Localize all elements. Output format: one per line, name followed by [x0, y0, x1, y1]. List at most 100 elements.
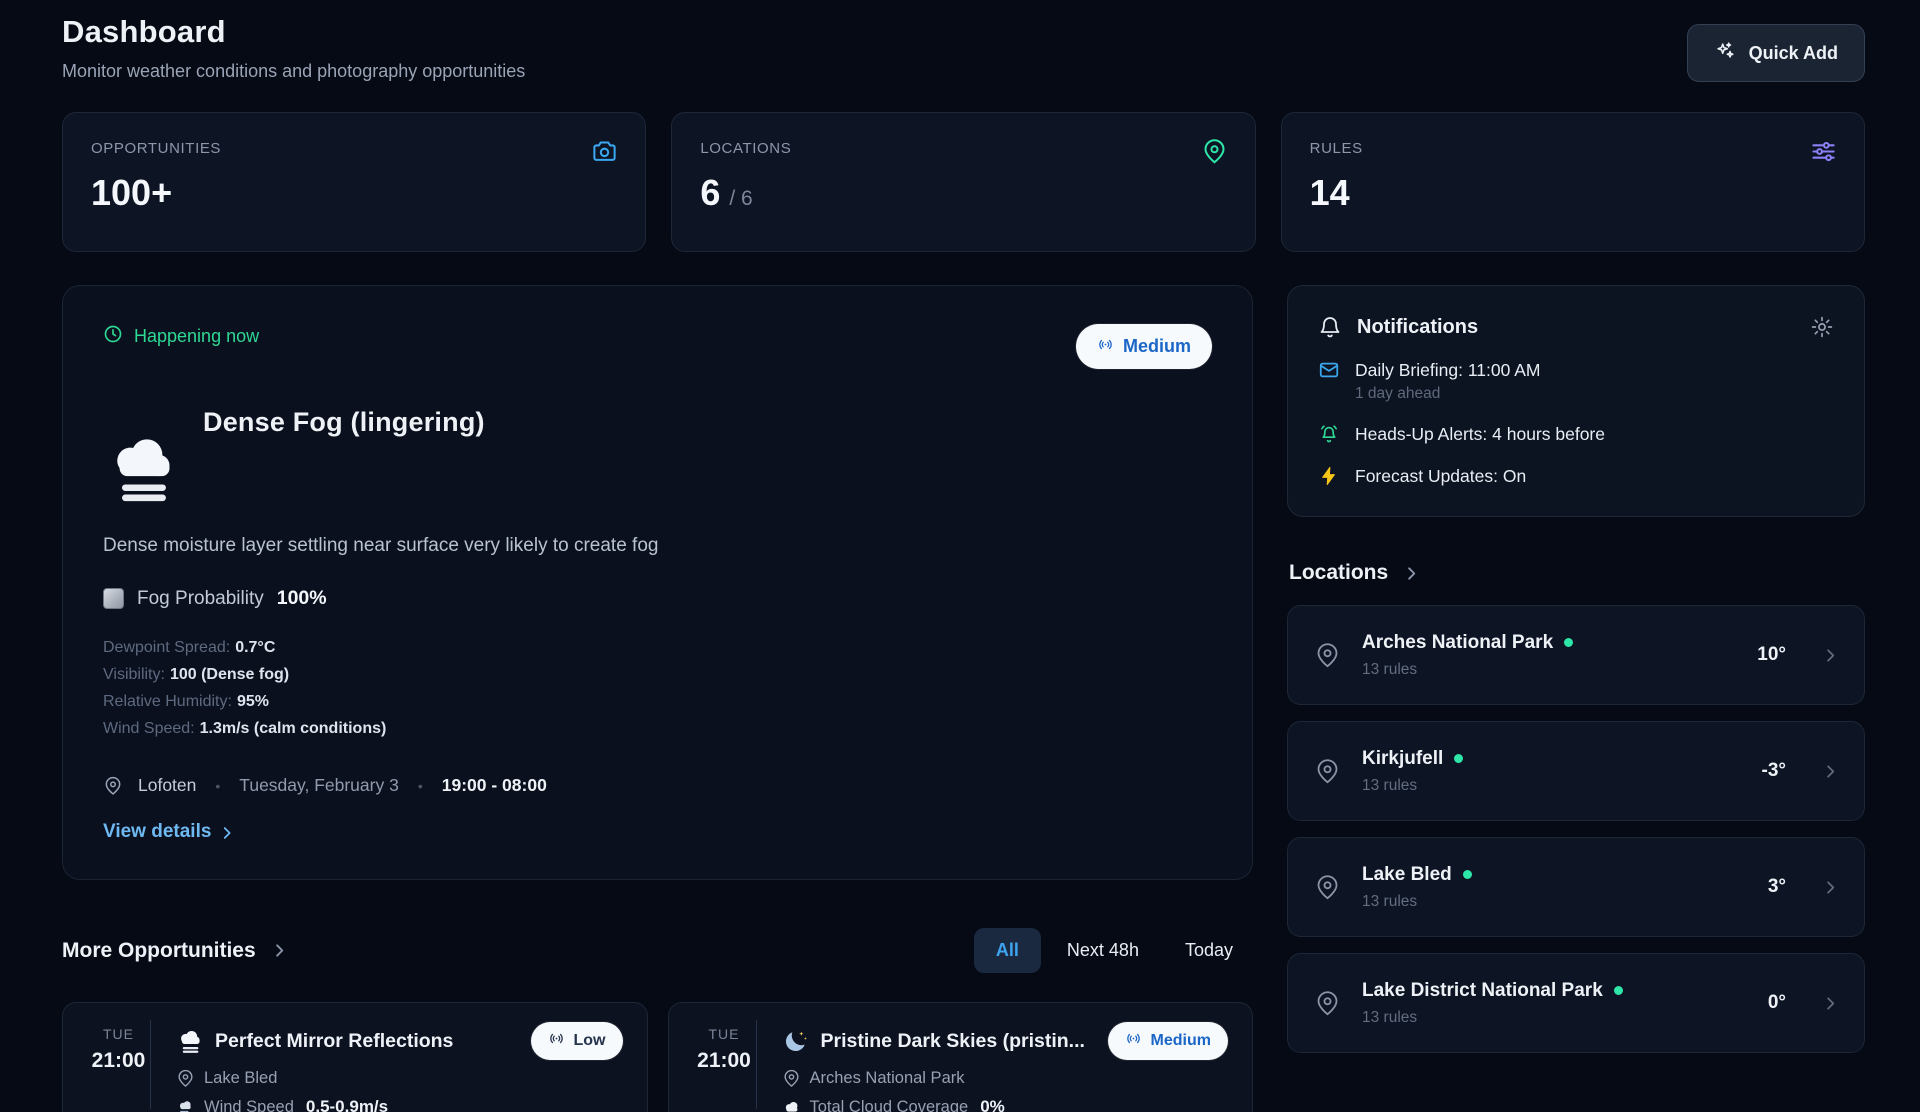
- condition-details: Dewpoint Spread: 0.7°C Visibility: 100 (De…: [103, 634, 1212, 742]
- opportunity-metric: Total Cloud Coverage 0%: [782, 1097, 1229, 1112]
- locations-title: Locations: [1289, 561, 1389, 584]
- location-rules: 13 rules: [1362, 660, 1418, 678]
- severity-label: Low: [573, 1032, 606, 1049]
- active-dot: [1613, 986, 1623, 995]
- chevron-right-icon: [1408, 566, 1416, 580]
- location-name: Lake Bled: [1362, 863, 1452, 885]
- severity-label: Medium: [1150, 1032, 1211, 1049]
- stat-card-rules: RULES 14: [1280, 112, 1865, 252]
- sliders-icon: [1810, 138, 1837, 165]
- meta-location: Lofoten: [138, 775, 197, 795]
- detail-visibility: Visibility: 100 (Dense fog): [103, 666, 290, 683]
- cloud-icon: [785, 1101, 797, 1112]
- location-temp: -3°: [1761, 760, 1787, 781]
- fog-icon: [103, 588, 124, 609]
- notification-daily-briefing: Daily Briefing: 11:00 AM: [1318, 359, 1834, 381]
- location-name: Arches National Park: [1362, 631, 1554, 653]
- locations-header-link[interactable]: Locations: [1289, 561, 1865, 585]
- signal-icon: [1125, 1030, 1142, 1052]
- bell-ring-icon: [1321, 425, 1337, 443]
- clock-icon: [103, 324, 123, 349]
- metric-label: Fog Probability: [137, 587, 264, 609]
- opportunity-title: Pristine Dark Skies (pristin...: [820, 1029, 1085, 1052]
- opportunity-card[interactable]: TUE 21:00 Perfect Mirror Reflections Low…: [62, 1002, 648, 1112]
- chevron-right-icon: [1827, 996, 1835, 1010]
- view-details-link[interactable]: View details: [103, 821, 236, 843]
- pin-icon: [1314, 874, 1341, 901]
- opportunity-title: Perfect Mirror Reflections: [215, 1029, 454, 1052]
- stat-label: OPPORTUNITIES: [91, 140, 222, 157]
- notifications-title: Notifications: [1357, 315, 1479, 338]
- severity-badge: Low: [530, 1022, 623, 1060]
- meta-date: Tuesday, February 3: [239, 775, 399, 795]
- pin-icon: [1314, 990, 1341, 1017]
- tab-next-48h[interactable]: Next 48h: [1047, 928, 1159, 973]
- active-dot: [1462, 870, 1472, 879]
- stat-value: 6: [700, 172, 721, 213]
- quick-add-button[interactable]: Quick Add: [1686, 24, 1865, 82]
- opportunity-day: TUE: [708, 1026, 740, 1042]
- fog-cloud-icon: [176, 1028, 203, 1055]
- detail-humidity: Relative Humidity: 95%: [103, 693, 269, 710]
- active-dot: [1564, 638, 1574, 647]
- signal-icon: [548, 1030, 565, 1052]
- location-temp: 3°: [1767, 876, 1786, 897]
- chevron-right-icon: [1827, 648, 1835, 662]
- opportunity-card[interactable]: TUE 21:00 Pristine Dark Skies (pristin..…: [667, 1002, 1253, 1112]
- opportunity-location: Arches National Park: [782, 1069, 1229, 1088]
- severity-badge: Medium: [1107, 1022, 1228, 1060]
- camera-icon: [591, 138, 618, 165]
- happening-now-card: Happening now Medium Dense Fog (lingerin…: [62, 285, 1253, 880]
- more-opportunities-link[interactable]: More Opportunities: [62, 939, 289, 963]
- chevron-right-icon: [275, 944, 283, 957]
- location-row-arches[interactable]: Arches National Park 13 rules 10°: [1287, 605, 1865, 705]
- location-temp: 10°: [1757, 644, 1786, 665]
- detail-dewpoint: Dewpoint Spread: 0.7°C: [103, 639, 276, 656]
- topbar: Dashboard Monitor weather conditions and…: [62, 14, 1865, 82]
- detail-wind: Wind Speed: 1.3m/s (calm conditions): [103, 720, 387, 737]
- pin-icon: [178, 1069, 193, 1087]
- stat-label: RULES: [1309, 140, 1363, 157]
- location-name: Lake District National Park: [1362, 979, 1603, 1001]
- more-opportunities-title: More Opportunities: [62, 938, 256, 962]
- location-row-lake-district[interactable]: Lake District National Park 13 rules 0°: [1287, 953, 1865, 1053]
- bell-icon: [1320, 317, 1340, 338]
- location-row-kirkjufell[interactable]: Kirkjufell 13 rules -3°: [1287, 721, 1865, 821]
- dot-separator: •: [215, 777, 221, 794]
- opportunity-day: TUE: [103, 1026, 134, 1042]
- pin-icon: [103, 776, 123, 796]
- severity-badge: Medium: [1075, 324, 1212, 369]
- opportunity-metric: Wind Speed 0.5-0.9m/s: [176, 1097, 623, 1112]
- metric-value: 100%: [276, 587, 327, 609]
- stat-value: 100+: [91, 172, 173, 213]
- chevron-right-icon: [1827, 764, 1835, 778]
- filter-tabs: All Next 48h Today: [973, 928, 1253, 973]
- quick-add-label: Quick Add: [1748, 42, 1838, 63]
- gear-icon[interactable]: [1810, 315, 1834, 339]
- header-text: Dashboard Monitor weather conditions and…: [62, 14, 525, 82]
- page-title: Dashboard: [62, 14, 226, 49]
- fog-probability-row: Fog Probability 100%: [103, 587, 1212, 610]
- meta-time-range: 19:00 - 08:00: [441, 775, 547, 795]
- fog-cloud-icon: [103, 431, 179, 507]
- tab-today[interactable]: Today: [1165, 928, 1253, 973]
- pin-icon: [783, 1069, 799, 1087]
- stat-card-opportunities: OPPORTUNITIES 100+: [62, 112, 647, 252]
- dashboard-page: Dashboard Monitor weather conditions and…: [0, 0, 1920, 1112]
- dot-separator: •: [417, 777, 423, 794]
- location-temp: 0°: [1767, 992, 1786, 1013]
- opportunity-time-block: TUE 21:00: [87, 1020, 151, 1109]
- location-rules: 13 rules: [1362, 892, 1418, 910]
- opportunity-location: Lake Bled: [176, 1069, 623, 1088]
- stat-label: LOCATIONS: [700, 140, 792, 157]
- pin-icon: [1314, 758, 1341, 785]
- stat-value: 14: [1309, 172, 1350, 213]
- stat-suffix: / 6: [729, 187, 753, 210]
- happening-now-status: Happening now: [103, 324, 259, 349]
- pin-icon: [1314, 642, 1341, 669]
- severity-label: Medium: [1122, 336, 1191, 356]
- stats-row: OPPORTUNITIES 100+ LOCATIONS 6 / 6 RULES…: [62, 112, 1865, 252]
- tab-all[interactable]: All: [973, 928, 1041, 973]
- notification-heads-up: Heads-Up Alerts: 4 hours before: [1318, 423, 1834, 445]
- location-row-lake-bled[interactable]: Lake Bled 13 rules 3°: [1287, 837, 1865, 937]
